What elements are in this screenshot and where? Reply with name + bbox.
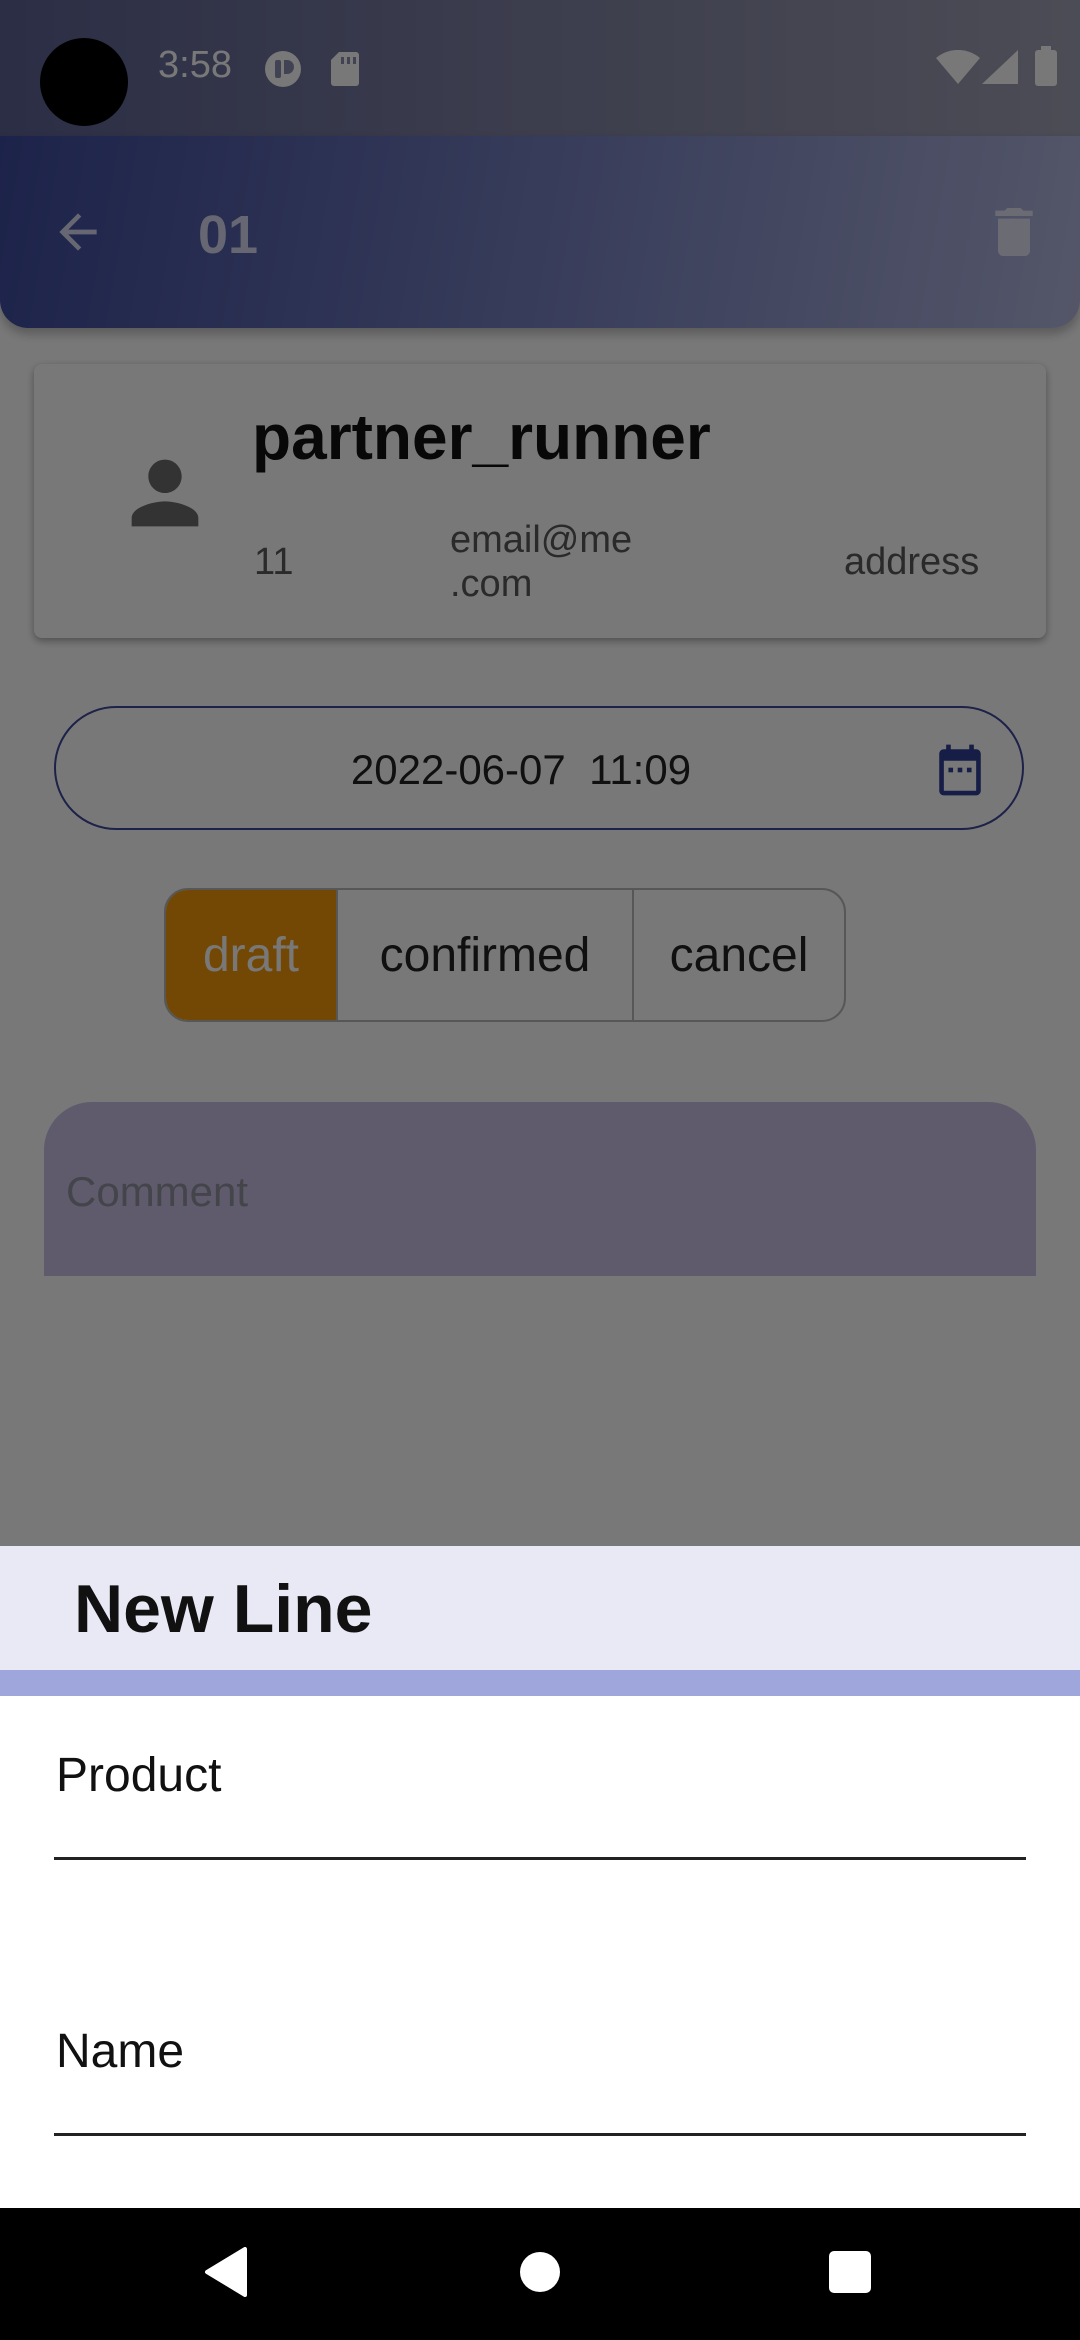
date-time-field[interactable]: 2022-06-07 11:09 xyxy=(54,706,1024,830)
nav-recents-button[interactable] xyxy=(790,2208,910,2340)
status-bar: 3:58 xyxy=(0,0,1080,136)
nav-home-button[interactable] xyxy=(480,2208,600,2340)
battery-icon xyxy=(1034,46,1058,91)
name-field[interactable]: Name xyxy=(54,1994,1026,2136)
product-field[interactable]: Product xyxy=(54,1720,1026,1860)
arrow-back-icon xyxy=(50,204,106,265)
nav-recents-icon xyxy=(828,2250,872,2299)
delete-button[interactable] xyxy=(978,194,1050,274)
nav-back-icon xyxy=(203,2246,249,2302)
partner-card[interactable]: partner_runner 11 email@me .com address xyxy=(34,364,1046,638)
comment-input[interactable]: Comment xyxy=(44,1102,1036,1276)
partner-email: email@me .com xyxy=(450,519,633,605)
back-button[interactable] xyxy=(40,196,116,272)
partner-phone: 11 xyxy=(254,541,294,583)
comment-placeholder: Comment xyxy=(66,1168,249,1215)
sd-card-icon xyxy=(330,50,360,93)
navigation-bar xyxy=(0,2208,1080,2340)
state-option-cancel[interactable]: cancel xyxy=(632,890,844,1020)
nav-home-icon xyxy=(518,2250,562,2299)
date-time-value: 2022-06-07 11:09 xyxy=(350,746,692,793)
person-icon xyxy=(115,443,215,548)
calendar-icon[interactable] xyxy=(932,740,988,800)
camera-cutout xyxy=(40,38,128,126)
status-time: 3:58 xyxy=(158,44,232,86)
page-title: 01 xyxy=(198,205,259,265)
avatar xyxy=(90,420,240,570)
new-line-sheet: New Line Product Name xyxy=(0,1546,1080,2208)
state-toggle: draft confirmed cancel xyxy=(164,888,846,1022)
nav-back-button[interactable] xyxy=(166,2208,286,2340)
trash-icon xyxy=(982,196,1046,273)
partner-address: address xyxy=(844,541,980,583)
notification-app-icon xyxy=(264,50,302,93)
signal-icon xyxy=(982,50,1018,89)
product-label: Product xyxy=(56,1749,222,1802)
sheet-divider xyxy=(0,1670,1080,1696)
name-label: Name xyxy=(56,2025,185,2078)
sheet-header: New Line xyxy=(0,1546,1080,1670)
app-bar: 01 xyxy=(0,136,1080,328)
partner-name: partner_runner xyxy=(252,401,711,473)
state-option-draft[interactable]: draft xyxy=(166,890,336,1020)
state-option-confirmed[interactable]: confirmed xyxy=(336,890,632,1020)
wifi-icon xyxy=(936,49,980,89)
sheet-title: New Line xyxy=(74,1571,373,1647)
